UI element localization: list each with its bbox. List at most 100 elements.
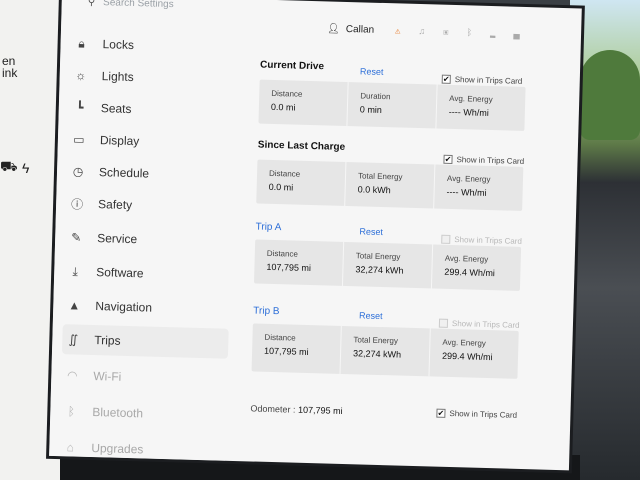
stat-label: Avg. Energy bbox=[446, 173, 491, 185]
stat-value: 32,274 kWh bbox=[352, 348, 402, 360]
bell-icon[interactable]: ♫ bbox=[418, 26, 443, 37]
shopping-bag-icon: ⌂ bbox=[66, 440, 75, 455]
odometer-label: Odometer : bbox=[250, 403, 296, 415]
alert-icon[interactable]: ⚠ bbox=[395, 25, 419, 36]
search-field[interactable]: ⚲ Search Settings bbox=[88, 0, 174, 10]
current-drive-title: Current Drive bbox=[259, 59, 325, 73]
sidebar-item-navigation[interactable]: ▲ Navigation bbox=[63, 290, 230, 325]
bluetooth-icon: ᛒ bbox=[67, 404, 76, 419]
sidebar-item-label: Display bbox=[99, 133, 140, 149]
checkbox-checked[interactable]: ✔ bbox=[441, 74, 451, 84]
person-icon: 👤︎ bbox=[326, 23, 340, 35]
stat-cell: Distance 0.0 mi bbox=[256, 159, 347, 206]
sidebar-item-label: Schedule bbox=[98, 165, 150, 181]
wrench-icon: ✎ bbox=[70, 230, 82, 245]
sidebar-item-trips[interactable]: ∬ Trips bbox=[61, 324, 229, 359]
sidebar-item-locks[interactable]: 🔒︎ Locks bbox=[70, 28, 237, 63]
stat-value: 299.4 Wh/mi bbox=[444, 266, 496, 279]
stat-cell: Distance 107,795 mi bbox=[251, 323, 342, 374]
sidebar-item-display[interactable]: ▭ Display bbox=[68, 124, 235, 159]
display-icon: ▭ bbox=[73, 132, 85, 147]
stat-label: Total Energy bbox=[353, 335, 399, 346]
checkbox-unchecked[interactable]: ✔ bbox=[441, 234, 451, 244]
download-icon: ⤓ bbox=[72, 263, 79, 279]
stat-cell: Avg. Energy ---- Wh/mi bbox=[436, 85, 525, 131]
sidebar-item-label: Bluetooth bbox=[92, 405, 144, 421]
left-text-fragment-2: ink bbox=[2, 66, 18, 80]
user-profile[interactable]: 👤︎ Callan bbox=[327, 23, 374, 35]
navigation-arrow-icon: ▲ bbox=[68, 298, 81, 313]
stat-cell: Distance 0.0 mi bbox=[258, 79, 349, 127]
sidebar-item-service[interactable]: ✎ Service bbox=[65, 222, 232, 257]
signal-icon: ▂▄ bbox=[489, 27, 538, 40]
status-icons: ⚠♫▣ᛒ▂▄ bbox=[395, 25, 538, 39]
trip-b-reset-button[interactable]: Reset bbox=[359, 310, 383, 321]
show-label: Show in Trips Card bbox=[454, 75, 523, 86]
stat-value: 32,274 kWh bbox=[355, 264, 404, 276]
stat-value: 0 min bbox=[359, 104, 383, 115]
sidebar-item-seats[interactable]: ┗ Seats bbox=[68, 92, 235, 127]
checkbox-unchecked[interactable]: ✔ bbox=[438, 318, 449, 328]
sidebar-item-wifi[interactable]: ◠ Wi-Fi bbox=[61, 360, 228, 395]
stat-label: Avg. Energy bbox=[449, 93, 493, 105]
key-icon[interactable]: ▣ bbox=[443, 27, 467, 38]
stat-label: Distance bbox=[266, 248, 299, 259]
trip-a-reset-button[interactable]: Reset bbox=[359, 226, 383, 237]
checkbox-checked[interactable]: ✔ bbox=[443, 154, 453, 164]
sidebar-item-software[interactable]: ⤓ Software bbox=[64, 256, 231, 291]
search-icon: ⚲ bbox=[87, 0, 96, 8]
odometer-value: 107,795 mi bbox=[297, 404, 343, 416]
sidebar-item-safety[interactable]: ⓘ Safety bbox=[66, 188, 233, 223]
sidebar-item-label: Navigation bbox=[95, 299, 153, 315]
stat-value: 299.4 Wh/mi bbox=[441, 350, 493, 363]
checkbox-checked[interactable]: ✔ bbox=[436, 408, 446, 418]
since-last-charge-title: Since Last Charge bbox=[257, 139, 346, 153]
odometer-show-toggle[interactable]: ✔ Show in Trips Card bbox=[436, 408, 518, 420]
user-name: Callan bbox=[345, 23, 375, 36]
since-last-charge-card: Distance 0.0 mi Total Energy 0.0 kWh Avg. … bbox=[256, 159, 524, 211]
stat-cell: Avg. Energy 299.4 Wh/mi bbox=[432, 244, 521, 290]
sidebar-item-label: Trips bbox=[94, 333, 121, 348]
sidebar-item-label: Service bbox=[97, 231, 138, 247]
sidebar-item-bluetooth[interactable]: ᛒ Bluetooth bbox=[60, 396, 227, 431]
stat-value: 107,795 mi bbox=[266, 261, 312, 274]
stat-label: Avg. Energy bbox=[442, 337, 486, 348]
sidebar-item-label: Locks bbox=[102, 37, 135, 53]
sun-icon: ☼ bbox=[75, 68, 87, 83]
wifi-icon: ◠ bbox=[66, 368, 78, 383]
stat-cell: Total Energy 0.0 kWh bbox=[345, 162, 436, 209]
sidebar-item-schedule[interactable]: ◷ Schedule bbox=[67, 156, 234, 191]
current-drive-card: Distance 0.0 mi Duration 0 min Avg. Energy… bbox=[258, 79, 526, 131]
stat-cell: Distance 107,795 mi bbox=[253, 239, 345, 286]
seat-icon: ┗ bbox=[76, 100, 84, 115]
sidebar: ⚲ Search Settings 🔒︎ Locks ☼ Lights ┗ Seats … bbox=[49, 0, 238, 461]
stat-value: 0.0 mi bbox=[268, 181, 294, 193]
sidebar-item-label: Wi-Fi bbox=[93, 369, 122, 384]
lock-icon: 🔒︎ bbox=[78, 35, 86, 51]
bluetooth-status-icon[interactable]: ᛒ bbox=[467, 27, 491, 38]
info-icon: ⓘ bbox=[70, 196, 84, 212]
stat-label: Total Energy bbox=[357, 171, 403, 182]
top-status-bar: 👤︎ Callan ⚠♫▣ᛒ▂▄ bbox=[237, 0, 582, 53]
trip-a-title: Trip A bbox=[255, 221, 282, 234]
show-label: Show in Trips Card bbox=[449, 408, 518, 420]
sidebar-item-label: Software bbox=[96, 265, 144, 281]
lightning-icon: ϟ bbox=[22, 160, 30, 176]
stat-cell: Avg. Energy ---- Wh/mi bbox=[434, 164, 523, 210]
sidebar-item-label: Lights bbox=[101, 69, 134, 85]
background-right bbox=[570, 0, 640, 480]
show-label: Show in Trips Card bbox=[454, 235, 522, 246]
stat-label: Duration bbox=[360, 91, 391, 102]
sidebar-item-lights[interactable]: ☼ Lights bbox=[69, 60, 236, 95]
trip-a-card: Distance 107,795 mi Total Energy 32,274 kW… bbox=[253, 239, 522, 291]
sidebar-item-label: Seats bbox=[100, 101, 132, 116]
stat-label: Avg. Energy bbox=[444, 253, 489, 265]
sidebar-item-label: Safety bbox=[97, 197, 133, 213]
current-drive-reset-button[interactable]: Reset bbox=[360, 66, 384, 77]
stat-value: ---- Wh/mi bbox=[448, 106, 489, 118]
trips-icon: ∬ bbox=[68, 332, 79, 347]
stat-label: Total Energy bbox=[355, 251, 401, 262]
show-label: Show in Trips Card bbox=[451, 319, 520, 330]
clock-icon: ◷ bbox=[72, 164, 84, 179]
settings-screen: ⚲ Search Settings 🔒︎ Locks ☼ Lights ┗ Seats … bbox=[49, 0, 582, 471]
